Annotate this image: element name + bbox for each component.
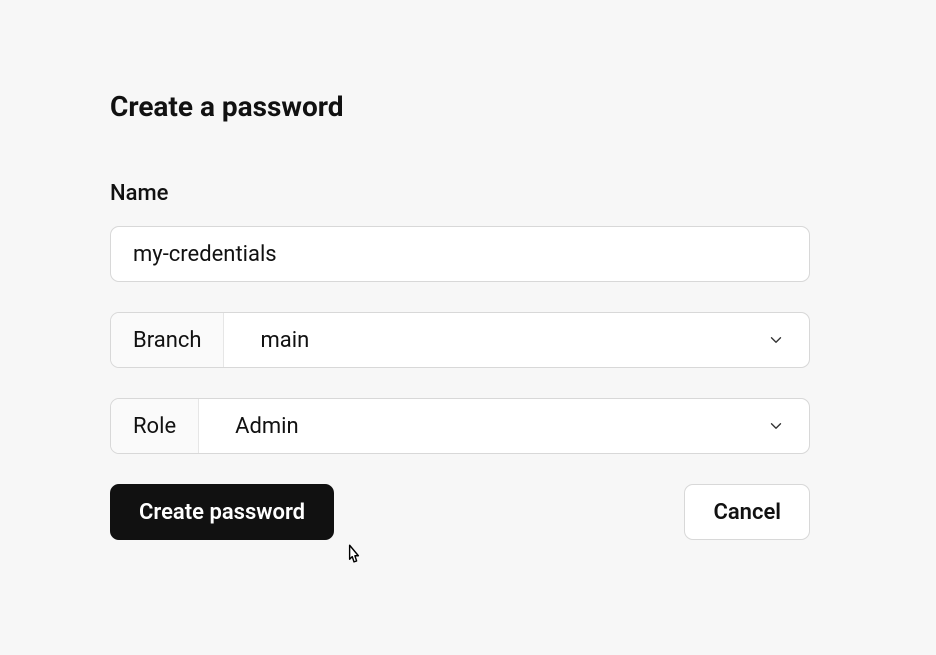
role-value: Admin — [235, 414, 299, 439]
name-input[interactable] — [110, 226, 810, 282]
name-label: Name — [110, 181, 810, 206]
branch-select-toggle[interactable]: main — [224, 313, 809, 367]
role-label: Role — [111, 399, 199, 453]
create-password-button[interactable]: Create password — [110, 484, 334, 540]
button-row: Create password Cancel — [110, 484, 810, 540]
branch-select[interactable]: Branch main — [110, 312, 810, 368]
pointer-cursor-icon — [340, 540, 368, 568]
chevron-down-icon — [767, 331, 785, 349]
form-title: Create a password — [110, 90, 810, 123]
branch-value: main — [260, 328, 309, 353]
role-select[interactable]: Role Admin — [110, 398, 810, 454]
cancel-button[interactable]: Cancel — [684, 484, 810, 540]
create-password-form: Create a password Name Branch main Role … — [110, 90, 810, 540]
chevron-down-icon — [767, 417, 785, 435]
branch-label: Branch — [111, 313, 224, 367]
role-select-toggle[interactable]: Admin — [199, 399, 809, 453]
